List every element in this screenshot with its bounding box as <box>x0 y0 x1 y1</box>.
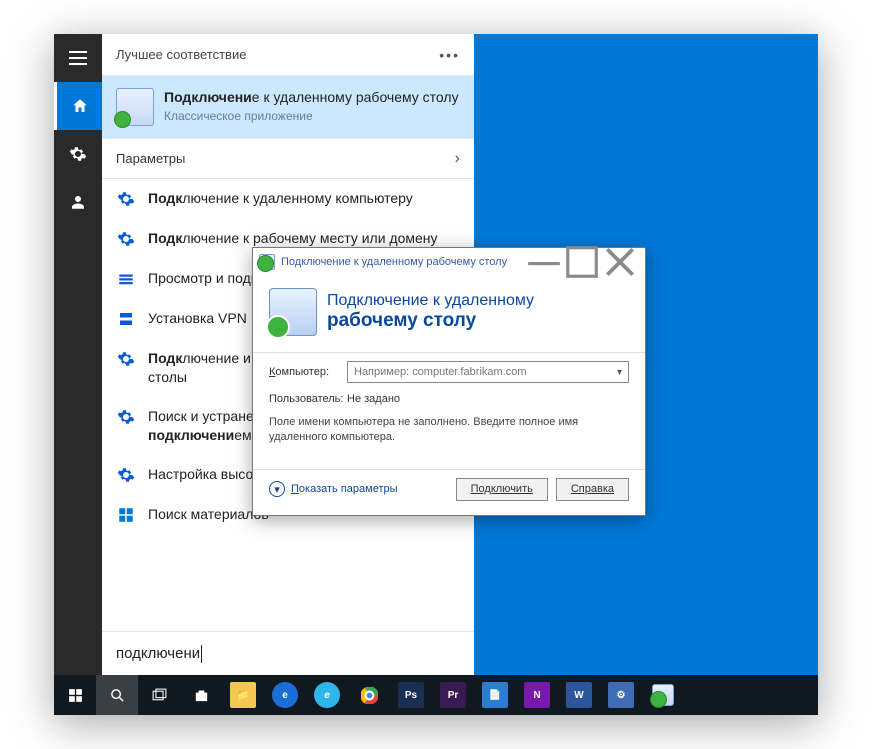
rdp-icon <box>259 254 275 270</box>
computer-label: Компьютер: <box>269 366 347 378</box>
start-rail <box>54 34 102 675</box>
settings-label: Параметры <box>116 151 185 166</box>
connect-button[interactable]: Подключить <box>456 478 548 501</box>
list-item[interactable]: Подключение к удаленному компьютеру <box>102 179 474 219</box>
edge-icon[interactable]: e <box>264 675 306 715</box>
word-icon[interactable]: W <box>558 675 600 715</box>
gear-icon[interactable] <box>54 130 102 178</box>
app-icon[interactable]: ⚙ <box>600 675 642 715</box>
chevron-right-icon: › <box>455 150 460 168</box>
store-item-label: Поиск материалов <box>148 505 269 524</box>
gear-icon <box>116 407 136 427</box>
rdc-titlebar[interactable]: Подключение к удаленному рабочему столу <box>253 248 645 276</box>
computer-combo[interactable]: Например: computer.fabrikam.com ▾ <box>347 361 629 383</box>
best-match-title: Подключение к удаленному рабочему столу <box>164 88 459 107</box>
best-match-header: Лучшее соответствие ••• <box>102 34 474 76</box>
gear-icon <box>116 349 136 369</box>
maximize-button[interactable] <box>563 248 601 276</box>
more-icon[interactable]: ••• <box>439 47 460 63</box>
best-match-label: Лучшее соответствие <box>116 47 246 62</box>
minimize-button[interactable] <box>525 248 563 276</box>
rdp-taskbar-icon[interactable] <box>642 675 684 715</box>
hint-text: Поле имени компьютера не заполнено. Введ… <box>269 415 629 445</box>
gear-icon <box>116 229 136 249</box>
store-icon[interactable] <box>180 675 222 715</box>
store-icon <box>116 505 136 525</box>
user-value: Не задано <box>347 393 400 405</box>
list-item-label: Установка VPN <box>148 309 247 328</box>
gear-icon <box>116 465 136 485</box>
ie-icon[interactable]: e <box>306 675 348 715</box>
rdc-banner: Подключение к удаленному рабочему столу <box>253 276 645 352</box>
gear-icon <box>116 189 136 209</box>
taskbar: 📁 e e Ps Pr 📄 N W ⚙ <box>54 675 818 715</box>
computer-placeholder: Например: computer.fabrikam.com <box>354 366 527 378</box>
help-button[interactable]: Справка <box>556 478 629 501</box>
search-input[interactable]: подключени <box>102 631 474 675</box>
home-icon[interactable] <box>54 82 102 130</box>
show-options-label: Показать параметры <box>291 483 398 495</box>
rdc-window: Подключение к удаленному рабочему столу … <box>252 247 646 516</box>
app-icon[interactable]: 📄 <box>474 675 516 715</box>
banner-line1: Подключение к удаленному <box>327 292 534 310</box>
gear-icon <box>116 309 136 329</box>
chevron-down-icon: ▾ <box>269 481 285 497</box>
best-match-item[interactable]: Подключение к удаленному рабочему столу … <box>102 76 474 139</box>
chevron-down-icon[interactable]: ▾ <box>617 367 622 378</box>
search-button[interactable] <box>96 675 138 715</box>
explorer-icon[interactable]: 📁 <box>222 675 264 715</box>
window-title: Подключение к удаленному рабочему столу <box>281 256 525 268</box>
onenote-icon[interactable]: N <box>516 675 558 715</box>
list-item-label: Подключение к рабочему месту или домену <box>148 229 438 248</box>
hamburger-icon[interactable] <box>54 34 102 82</box>
photoshop-icon[interactable]: Ps <box>390 675 432 715</box>
taskview-button[interactable] <box>138 675 180 715</box>
show-options-toggle[interactable]: ▾ Показать параметры <box>269 481 448 497</box>
close-button[interactable] <box>601 248 639 276</box>
banner-line2: рабочему столу <box>327 310 534 332</box>
search-query-text: подключени <box>116 645 200 662</box>
start-button[interactable] <box>54 675 96 715</box>
rdp-icon <box>269 288 317 336</box>
user-label: Пользователь: <box>269 393 347 405</box>
rdp-icon <box>116 88 154 126</box>
premiere-icon[interactable]: Pr <box>432 675 474 715</box>
user-icon[interactable] <box>54 178 102 226</box>
settings-header[interactable]: Параметры › <box>102 139 474 179</box>
gear-icon <box>116 269 136 289</box>
chrome-icon[interactable] <box>348 675 390 715</box>
best-match-subtitle: Классическое приложение <box>164 109 459 123</box>
list-item-label: Подключение к удаленному компьютеру <box>148 189 413 208</box>
